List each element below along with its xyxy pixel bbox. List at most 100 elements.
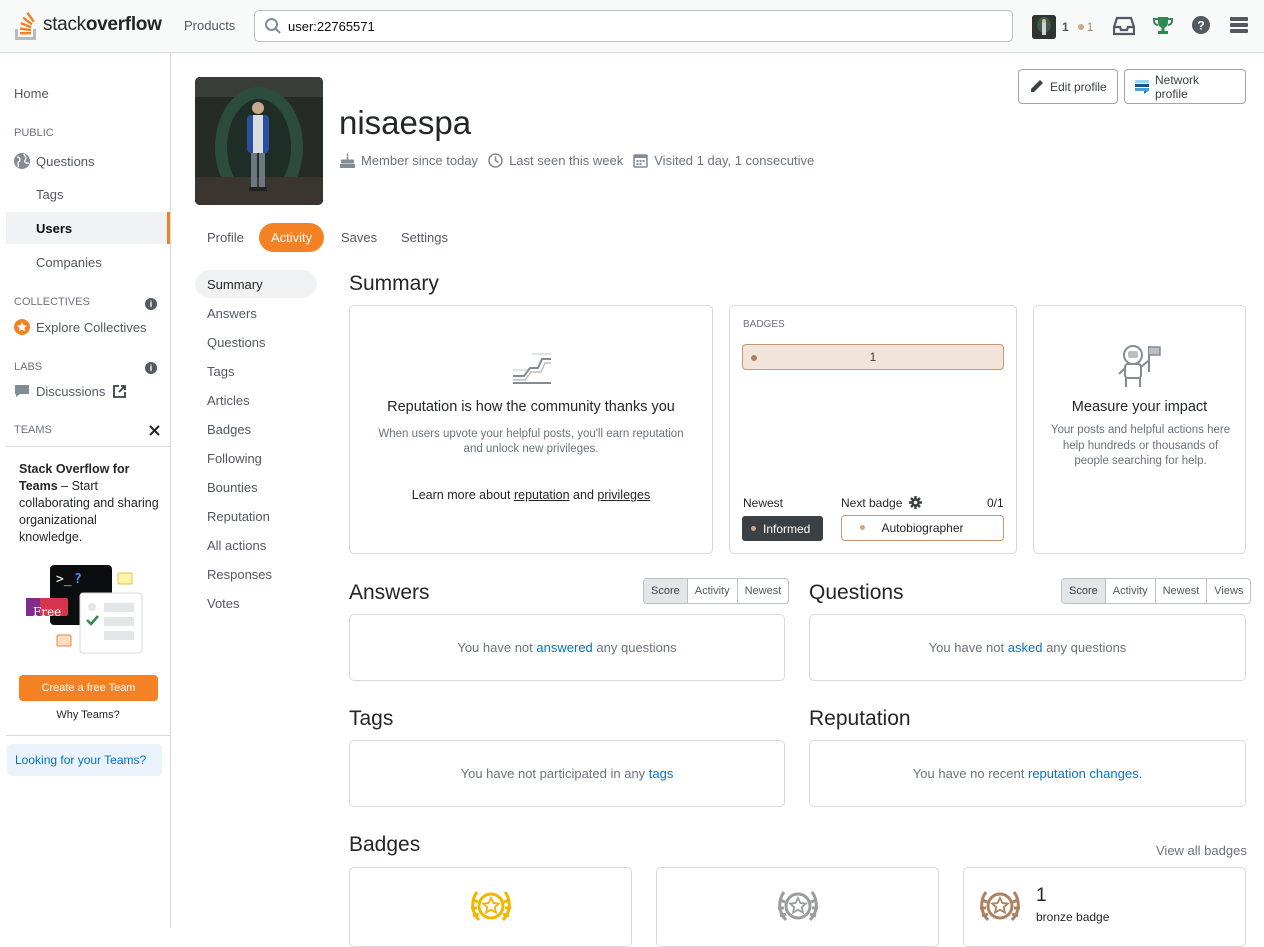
bronze-badge-count-large: 1 <box>1036 885 1047 906</box>
last-seen: Last seen this week <box>509 153 624 168</box>
astronaut-flag-icon <box>1118 345 1161 387</box>
tab-activity[interactable]: Activity <box>259 223 325 252</box>
sidebar-item-companies[interactable]: Companies <box>6 246 170 278</box>
questions-sort-score[interactable]: Score <box>1062 579 1105 603</box>
view-all-badges-link[interactable]: View all badges <box>1156 843 1247 858</box>
activity-nav-badges[interactable]: Badges <box>195 415 317 443</box>
activity-nav-all-actions[interactable]: All actions <box>195 531 317 559</box>
site-switcher-icon[interactable] <box>1230 16 1248 34</box>
reputation-card: Reputation is how the community thanks y… <box>349 305 713 554</box>
questions-sort-newest[interactable]: Newest <box>1154 579 1207 603</box>
activity-nav-responses[interactable]: Responses <box>195 560 317 588</box>
activity-nav-votes[interactable]: Votes <box>195 589 317 617</box>
gold-badges-card <box>349 867 632 947</box>
answers-sort-score[interactable]: Score <box>644 579 687 603</box>
answers-card: You have not answered any questions <box>349 614 785 681</box>
answers-empty-suffix: any questions <box>596 640 677 655</box>
logo-text-light: stack <box>43 14 86 35</box>
newest-badge-name: Informed <box>763 521 811 536</box>
answers-sort-newest[interactable]: Newest <box>736 579 789 603</box>
svg-text:?: ? <box>74 572 82 587</box>
calendar-icon <box>633 154 649 168</box>
silver-badge-icon <box>778 891 818 922</box>
sidebar-item-explore-collectives[interactable]: Explore Collectives <box>6 311 170 343</box>
activity-nav-reputation[interactable]: Reputation <box>195 502 317 530</box>
reputation-link[interactable]: reputation <box>514 488 570 502</box>
edit-profile-button[interactable]: Edit profile <box>1018 69 1118 104</box>
learn-more-prefix: Learn more about <box>411 488 511 502</box>
bronze-badge-icon <box>980 891 1020 922</box>
activity-nav-questions[interactable]: Questions <box>195 328 317 356</box>
questions-empty-suffix: any questions <box>1046 640 1127 655</box>
bronze-badge-label: bronze badge <box>1036 910 1110 924</box>
tab-settings[interactable]: Settings <box>389 223 460 252</box>
reputation-card-body: When users upvote your helpful posts, yo… <box>378 428 684 455</box>
member-since: Member since today <box>361 153 479 168</box>
activity-nav-tags[interactable]: Tags <box>195 357 317 385</box>
tags-link[interactable]: tags <box>649 766 674 781</box>
sidebar-item-discussions[interactable]: Discussions <box>6 375 170 407</box>
questions-sort-tabs: Score Activity Newest Views <box>1061 578 1252 604</box>
network-profile-button[interactable]: Network profile <box>1124 69 1246 104</box>
questions-sort-views[interactable]: Views <box>1206 579 1250 603</box>
questions-sort-activity[interactable]: Activity <box>1104 579 1155 603</box>
profile-meta: Member since today Last seen this week V… <box>340 153 824 168</box>
bronze-badge-dot <box>1077 24 1084 30</box>
products-link[interactable]: Products <box>174 16 245 35</box>
labs-info-icon[interactable]: i <box>145 362 157 374</box>
stackoverflow-logo-icon <box>15 12 36 40</box>
inbox-icon[interactable] <box>1113 16 1135 36</box>
activity-nav-answers[interactable]: Answers <box>195 299 317 327</box>
next-badge[interactable]: Autobiographer <box>841 515 1004 541</box>
gear-icon[interactable] <box>909 496 922 509</box>
reputation-changes-link[interactable]: reputation changes. <box>1028 766 1142 781</box>
teams-promo: Stack Overflow for Teams – Start collabo… <box>6 446 170 736</box>
globe-icon <box>14 153 30 169</box>
avatar[interactable] <box>1032 15 1056 39</box>
svg-text:>_: >_ <box>56 572 72 587</box>
sidebar-item-users[interactable]: Users <box>6 212 170 244</box>
activity-nav-following[interactable]: Following <box>195 444 317 472</box>
sidebar-item-tags[interactable]: Tags <box>6 178 170 210</box>
answers-sort-activity[interactable]: Activity <box>686 579 737 603</box>
learn-more-and: and <box>573 488 594 502</box>
achievements-icon[interactable] <box>1153 16 1173 36</box>
sidebar-item-questions[interactable]: Questions <box>6 145 170 177</box>
activity-nav-bounties[interactable]: Bounties <box>195 473 317 501</box>
cake-icon <box>340 153 355 168</box>
visited: Visited 1 day, 1 consecutive <box>654 153 815 168</box>
badges-label: BADGES <box>743 319 785 330</box>
sidebar-item-home[interactable]: Home <box>6 77 170 109</box>
questions-card: You have not asked any questions <box>809 614 1246 681</box>
close-icon[interactable] <box>149 425 160 436</box>
stackoverflow-logo[interactable]: stackoverflow <box>13 9 162 41</box>
tab-profile[interactable]: Profile <box>195 223 256 252</box>
reputation-count: 1 <box>1062 20 1069 34</box>
looking-for-teams-link[interactable]: Looking for your Teams? <box>7 744 162 776</box>
activity-nav-summary[interactable]: Summary <box>195 270 317 298</box>
newest-badge[interactable]: Informed <box>742 516 823 541</box>
bronze-badge-bar[interactable]: 1 <box>742 344 1004 370</box>
teams-promo-text: Stack Overflow for Teams – Start collabo… <box>19 461 159 546</box>
answered-link[interactable]: answered <box>536 640 592 655</box>
why-teams-link[interactable]: Why Teams? <box>6 709 170 721</box>
asked-link[interactable]: asked <box>1008 640 1043 655</box>
clock-icon <box>488 153 503 168</box>
search-input[interactable] <box>288 18 968 34</box>
help-icon[interactable]: ? <box>1192 16 1210 34</box>
external-link-icon <box>113 384 127 398</box>
profile-photo[interactable] <box>195 77 323 205</box>
search-box[interactable] <box>254 10 1013 42</box>
answers-empty-message: You have not answered any questions <box>350 640 784 655</box>
top-bar: stackoverflow Products 1 1 ? <box>0 0 1264 53</box>
sidebar-label-teams: TEAMS <box>14 424 52 436</box>
tags-title: Tags <box>349 707 394 730</box>
answers-empty-prefix: You have not <box>457 640 533 655</box>
tab-saves[interactable]: Saves <box>329 223 389 252</box>
collectives-info-icon[interactable]: i <box>145 298 157 310</box>
reputation-empty-message: You have no recent reputation changes. <box>810 766 1245 781</box>
create-free-team-button[interactable]: Create a free Team <box>19 675 158 701</box>
user-card-link[interactable]: 1 1 <box>1032 12 1093 42</box>
activity-nav-articles[interactable]: Articles <box>195 386 317 414</box>
privileges-link[interactable]: privileges <box>597 488 650 502</box>
